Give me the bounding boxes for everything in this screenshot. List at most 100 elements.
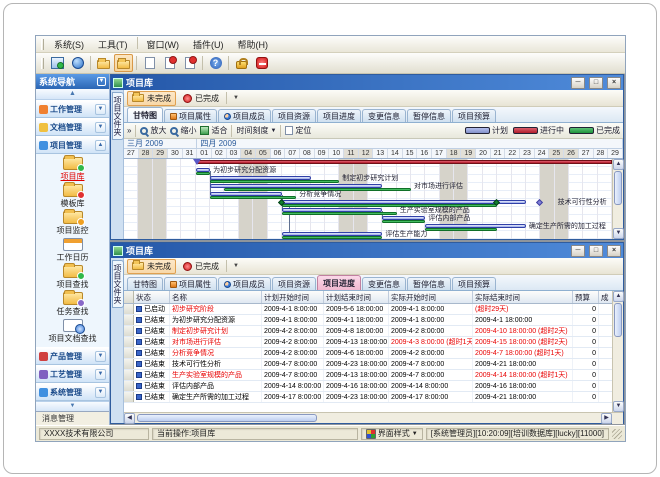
menu-item-5[interactable]: 帮助(H) (231, 37, 276, 52)
column-header-预算[interactable]: 预算 (573, 291, 599, 303)
summary-bar-初步研究阶段[interactable] (196, 160, 612, 164)
zoom-in-button[interactable]: 放大 (140, 125, 166, 136)
scroll-up-arrow[interactable]: ▲ (613, 291, 624, 302)
stop-button[interactable] (252, 54, 271, 72)
scroll-right-arrow[interactable]: ▶ (601, 413, 612, 424)
table-row-5[interactable]: 已结束分析竞争情况2009-4-2 8:00:002009-4-6 18:00:… (124, 348, 612, 359)
finished-filter-button[interactable]: 已完成 (178, 259, 224, 274)
folder-open-button[interactable] (114, 54, 133, 72)
chevron-icon[interactable]: ▼ (95, 387, 106, 398)
sidebar-group-bottom-1[interactable]: 工艺管理▼ (36, 365, 109, 383)
menu-item-1[interactable]: 系统(S) (47, 37, 91, 52)
sidebar-group-bottom-0[interactable]: 产品管理▼ (36, 347, 109, 365)
table-row-9[interactable]: 已结束确定生产所需的加工过程2009-4-17 8:00:002009-4-23… (124, 392, 612, 403)
folder-button[interactable] (94, 54, 113, 72)
sidebar-overflow-button[interactable]: ▼ (36, 401, 109, 411)
table-vertical-scrollbar[interactable]: ▲ ▼ (612, 291, 623, 412)
help-button[interactable] (206, 54, 225, 72)
table-row-6[interactable]: 已结束技术可行性分析2009-4-7 8:00:002009-4-23 18:0… (124, 359, 612, 370)
tab-项目成员[interactable]: 项目成员 (218, 109, 271, 122)
tab-项目属性[interactable]: 项目属性 (164, 277, 217, 290)
table-row-7[interactable]: 已结束生产实验室规模的产品2009-4-7 8:00:002009-4-13 1… (124, 370, 612, 381)
toolbar-more-button[interactable]: » (127, 126, 131, 135)
gantt-window-titlebar[interactable]: 项目库 ─ □ × (111, 75, 623, 90)
sidebar-item-3[interactable]: 项目监控 (36, 211, 109, 235)
column-header-计划结束时间[interactable]: 计划结束时间 (324, 291, 389, 303)
timescale-dropdown[interactable]: 时间刻度▼ (236, 125, 276, 136)
project-folder-vertical-tab[interactable]: 项目文件夹 (112, 92, 124, 140)
actual-bar-评估内部产品[interactable] (382, 220, 425, 223)
zoom-out-button[interactable]: 缩小 (170, 125, 196, 136)
column-header-实际开始时间[interactable]: 实际开始时间 (389, 291, 473, 303)
toolbar-gripper[interactable] (41, 58, 44, 69)
chevron-icon[interactable]: ▲ (95, 140, 106, 151)
menubar-gripper[interactable] (41, 39, 44, 50)
globe-button[interactable] (68, 54, 87, 72)
table-horizontal-scrollbar[interactable]: ◀ ▶ (124, 412, 623, 423)
table-row-1[interactable]: 已启动初步研究阶段2009-4-1 8:00:002009-5-6 18:00:… (124, 304, 612, 315)
document-button[interactable] (140, 54, 159, 72)
tab-暂停信息[interactable]: 暂停信息 (407, 109, 451, 122)
tab-项目预算[interactable]: 项目预算 (452, 277, 496, 290)
tab-项目资源[interactable]: 项目资源 (272, 109, 316, 122)
column-header-成[interactable]: 成 (599, 291, 612, 303)
menu-item-4[interactable]: 插件(U) (186, 37, 231, 52)
pin-icon[interactable]: ▼ (97, 77, 106, 86)
actual-bar-生产实验室规模的产品[interactable] (282, 212, 397, 215)
finished-filter-button[interactable]: 已完成 (178, 91, 224, 106)
gantt-vertical-scrollbar[interactable]: ▲ ▼ (612, 159, 623, 239)
sidebar-group-top-1[interactable]: 文档管理▼ (36, 118, 109, 136)
tab-甘特图[interactable]: 甘特图 (127, 107, 163, 122)
sidebar-collapse-button[interactable]: ▲ (36, 89, 109, 100)
tab-项目预算[interactable]: 项目预算 (452, 109, 496, 122)
menu-item-3[interactable]: 窗口(W) (140, 37, 187, 52)
table-window-titlebar[interactable]: 项目库 ─ □ × (111, 243, 623, 258)
scroll-thumb[interactable] (137, 414, 317, 422)
chevron-icon[interactable]: ▼ (95, 369, 106, 380)
document-badge-button[interactable] (160, 54, 179, 72)
maximize-button[interactable]: □ (589, 77, 603, 89)
sidebar-item-6[interactable]: 任务查找 (36, 292, 109, 316)
sidebar-group-top-0[interactable]: 工作管理▼ (36, 100, 109, 118)
screen-button[interactable] (48, 54, 67, 72)
menu-item-2[interactable]: 工具(T) (91, 37, 135, 52)
actual-bar-评估生产能力[interactable] (282, 236, 382, 239)
filter-overflow-button[interactable]: ▼ (229, 95, 243, 101)
sidebar-item-1[interactable]: 项目库 (36, 157, 109, 181)
close-button[interactable]: × (607, 77, 621, 89)
actual-bar-为初步研究分配资源[interactable] (196, 172, 210, 175)
scroll-down-arrow[interactable]: ▼ (613, 401, 624, 412)
sidebar-group-top-2[interactable]: 项目管理▲ (36, 136, 109, 154)
tab-项目进度[interactable]: 项目进度 (317, 275, 361, 290)
unfinished-filter-button[interactable]: 未完成 (127, 91, 176, 106)
minimize-button[interactable]: ─ (571, 77, 585, 89)
column-header-计划开始时间[interactable]: 计划开始时间 (262, 291, 324, 303)
actual-bar-制定初步研究计划[interactable] (210, 180, 339, 183)
table-row-8[interactable]: 已结束评估内部产品2009-4-14 8:00:002009-4-16 18:0… (124, 381, 612, 392)
fit-button[interactable]: 适合 (200, 125, 227, 136)
gantt-chart-area[interactable]: 为初步研究分配资源制定初步研究计划对市场进行评估分析竞争情况技术可行性分析生产实… (124, 159, 612, 239)
actual-bar-确定生产所需的加工过程[interactable] (425, 228, 497, 231)
scroll-left-arrow[interactable]: ◀ (124, 413, 135, 424)
column-header-名称[interactable]: 名称 (170, 291, 262, 303)
sidebar-item-5[interactable]: 项目查找 (36, 265, 109, 289)
scroll-up-arrow[interactable]: ▲ (613, 159, 624, 170)
scroll-thumb[interactable] (614, 303, 622, 337)
message-management-tab[interactable]: 消息管理 (36, 411, 109, 425)
tab-变更信息[interactable]: 变更信息 (362, 277, 406, 290)
minimize-button[interactable]: ─ (571, 245, 585, 257)
table-row-3[interactable]: 已结束制定初步研究计划2009-4-2 8:00:002009-4-8 18:0… (124, 326, 612, 337)
tab-项目属性[interactable]: 项目属性 (164, 109, 217, 122)
project-folder-vertical-tab[interactable]: 项目文件夹 (112, 260, 124, 308)
tab-项目成员[interactable]: 项目成员 (218, 277, 271, 290)
sidebar-item-7[interactable]: 项目文档查找 (36, 319, 109, 343)
chevron-icon[interactable]: ▼ (95, 351, 106, 362)
tab-甘特图[interactable]: 甘特图 (127, 277, 163, 290)
close-button[interactable]: × (607, 245, 621, 257)
tab-暂停信息[interactable]: 暂停信息 (407, 277, 451, 290)
sidebar-group-bottom-2[interactable]: 系统管理▼ (36, 383, 109, 401)
interface-style-dropdown[interactable]: 界面样式 ▼ (361, 428, 423, 440)
table-row-4[interactable]: 已结束对市场进行评估2009-4-2 8:00:002009-4-13 18:0… (124, 337, 612, 348)
tab-项目进度[interactable]: 项目进度 (317, 109, 361, 122)
unfinished-filter-button[interactable]: 未完成 (127, 259, 176, 274)
